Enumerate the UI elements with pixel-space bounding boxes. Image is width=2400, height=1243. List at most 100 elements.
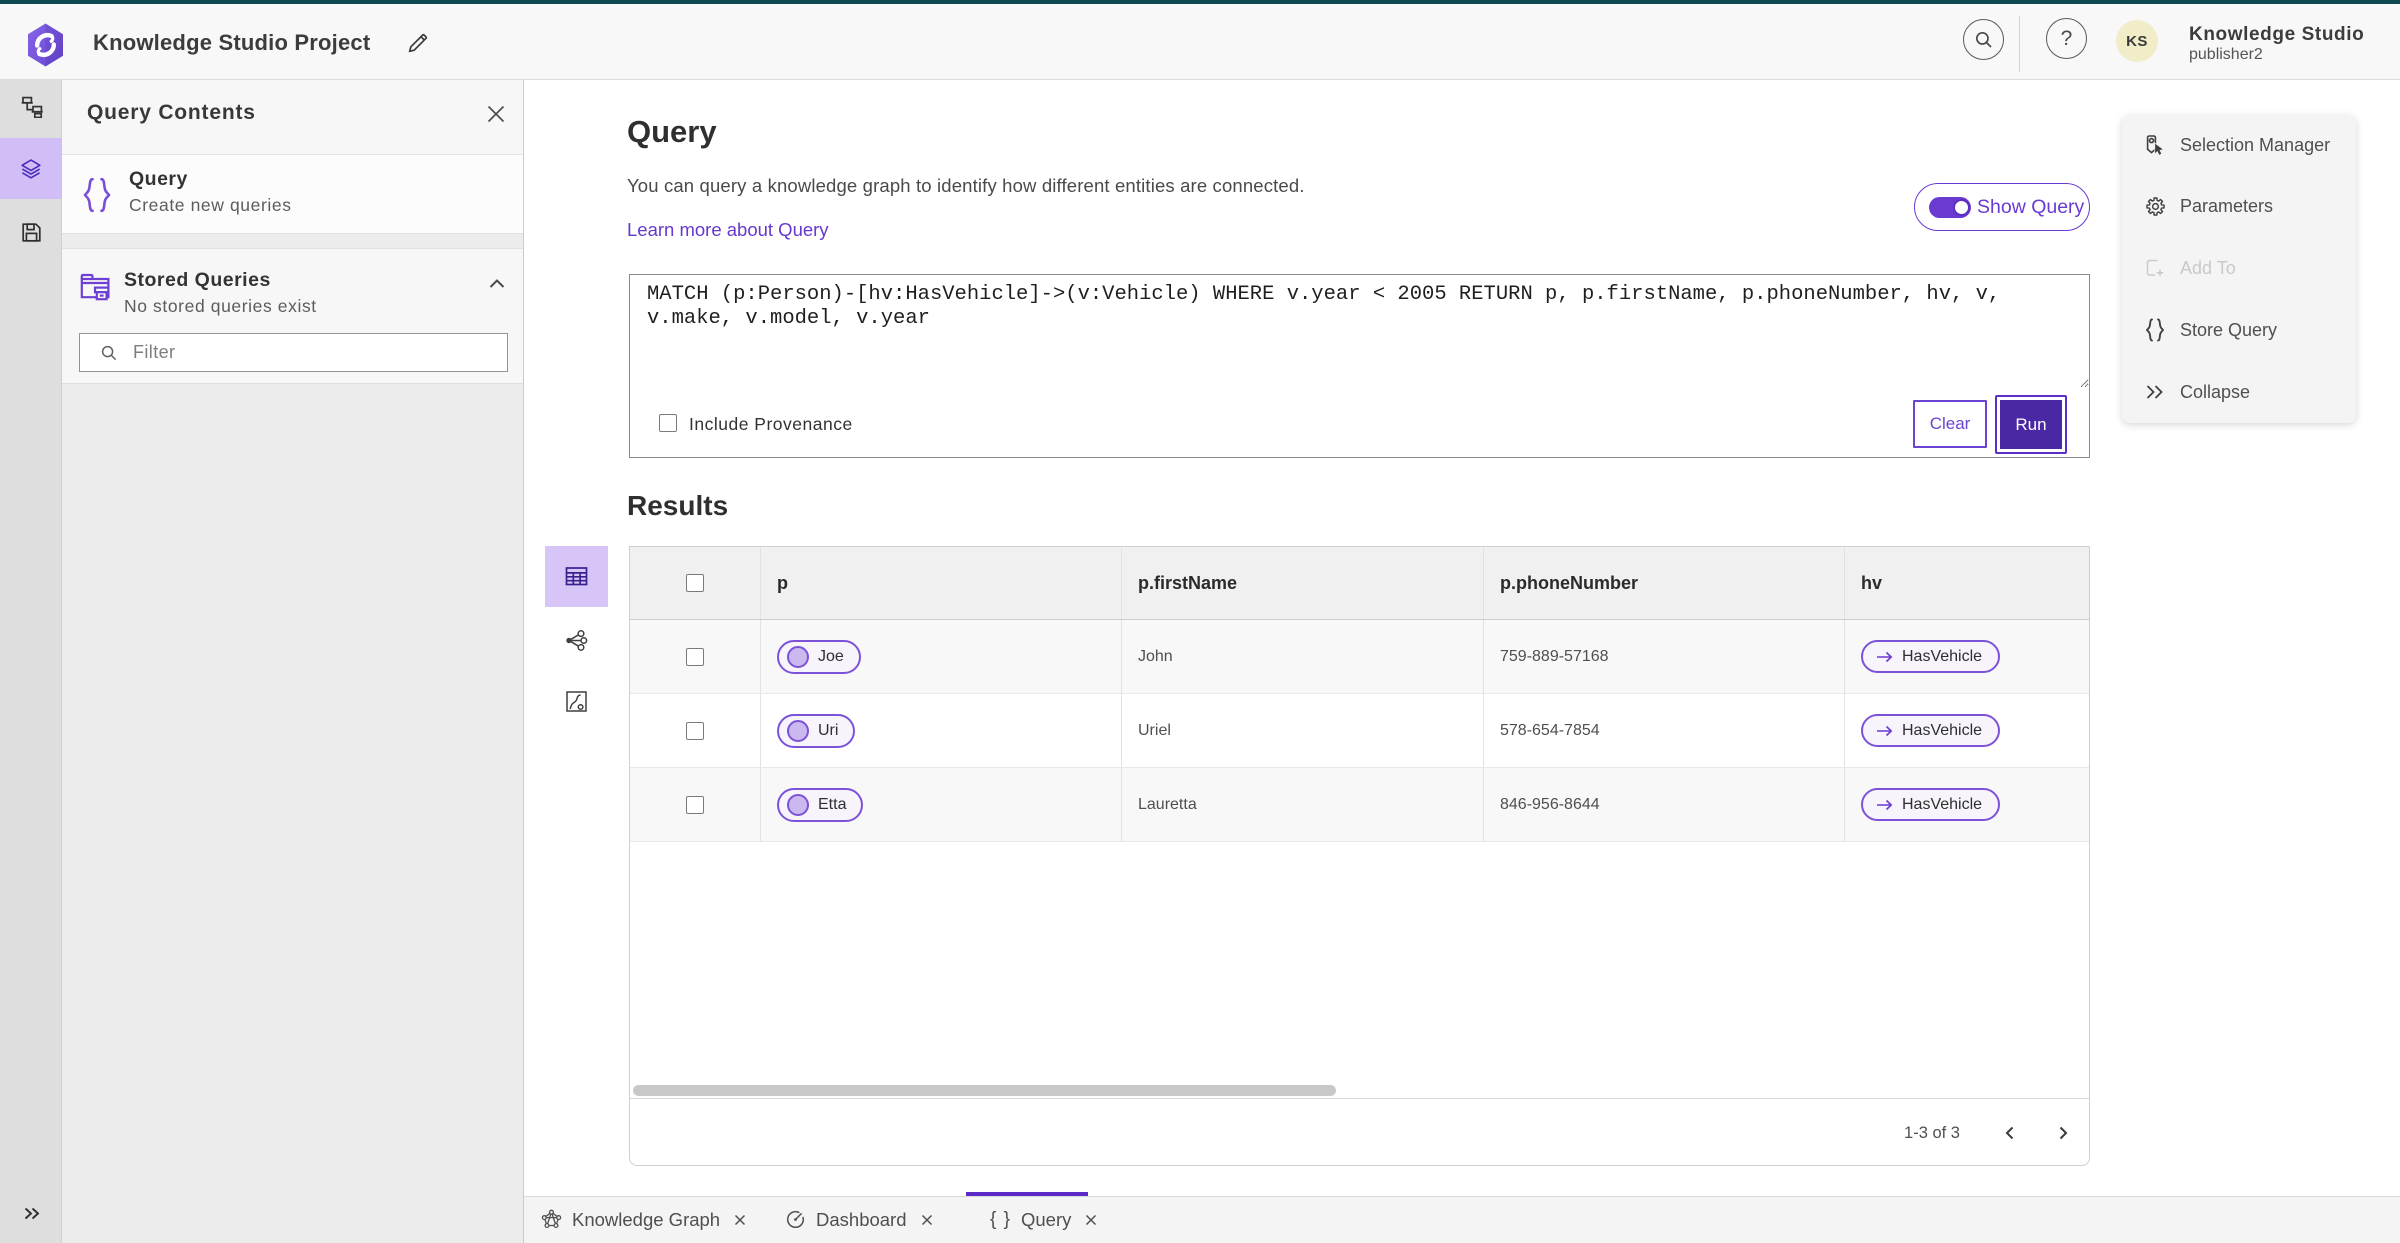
row-checkbox[interactable] [686,647,704,666]
cell-phonenumber: 759-889-57168 [1483,620,1844,693]
rail-item-save[interactable] [0,202,62,263]
row-checkbox[interactable] [686,795,704,814]
results-heading: Results [627,490,729,521]
query-textarea[interactable]: MATCH (p:Person)-[hv:HasVehicle]->(v:Veh… [629,274,2090,389]
search-button[interactable] [1963,19,2004,60]
close-tab-icon[interactable] [1084,1213,1098,1227]
chevron-left-icon [2005,1126,2014,1140]
clear-button[interactable]: Clear [1913,400,1987,448]
dashboard-icon [786,1210,805,1228]
entity-pill[interactable]: Uri [777,713,856,748]
braces-icon: { } [990,1208,1011,1230]
query-contents-panel: Query Contents Query Create new queries [62,80,524,1243]
braces-icon [2145,318,2165,342]
table-header-row: p p.firstName p.phoneNumber hv [630,547,2089,620]
layers-icon [21,158,41,179]
data-model-icon [21,96,43,118]
panel-close-button[interactable] [486,104,506,124]
menu-item-selection-manager[interactable]: Selection Manager [2122,115,2356,175]
entity-dot-icon [787,719,809,742]
entity-pill[interactable]: Etta [777,787,864,822]
save-icon [21,223,41,242]
panel-section-gap [62,233,523,249]
relationship-pill[interactable]: HasVehicle [1861,788,2001,821]
filter-field [79,333,508,372]
add-to-icon [2146,259,2164,276]
run-button[interactable]: Run [1995,395,2067,454]
arrow-right-icon [1877,799,1893,810]
tab-query[interactable]: { } Query [990,1196,1098,1243]
page-title: Query [627,114,717,149]
link-chart-icon [566,630,588,651]
view-graph-button[interactable] [545,610,608,671]
knowledge-graph-icon [541,1209,562,1229]
stored-queries-folder-icon [80,273,110,301]
view-table-button[interactable] [545,546,608,607]
cell-phonenumber: 846-956-8644 [1483,768,1844,841]
tab-dashboard[interactable]: Dashboard [785,1196,934,1243]
menu-item-collapse[interactable]: Collapse [2122,362,2356,422]
learn-more-link[interactable]: Learn more about Query [627,219,829,241]
search-icon [1975,31,1992,48]
view-map-button[interactable] [545,671,608,732]
relationship-pill[interactable]: HasVehicle [1861,640,2001,673]
table-row[interactable]: Joe John 759-889-57168 HasVehicle [630,620,2089,694]
table-row[interactable]: Uri Uriel 578-654-7854 HasVehicle [630,694,2089,768]
stored-queries-section: Stored Queries No stored queries exist [62,249,523,383]
horizontal-scrollbar-thumb[interactable] [633,1085,1336,1096]
query-list-item[interactable]: Query Create new queries [62,155,523,233]
column-header-phonenumber[interactable]: p.phoneNumber [1483,547,1844,619]
rail-item-contents[interactable] [0,138,62,199]
cell-firstname: John [1121,620,1483,693]
filter-search-icon [101,345,117,360]
edit-title-icon[interactable] [406,30,431,55]
table-row[interactable]: Etta Lauretta 846-956-8644 HasVehicle [630,768,2089,842]
column-header-firstname[interactable]: p.firstName [1121,547,1483,619]
knowledge-studio-app: Knowledge Studio Project ? KS Knowledge … [0,0,2400,1243]
filter-input[interactable] [131,341,507,364]
close-icon [487,105,505,123]
select-all-checkbox[interactable] [686,574,704,592]
selection-manager-icon [2146,135,2165,156]
toggle-knob [1952,198,1970,216]
close-tab-icon[interactable] [733,1213,747,1227]
cell-firstname: Lauretta [1121,768,1483,841]
close-tab-icon[interactable] [920,1213,934,1227]
menu-item-parameters[interactable]: Parameters [2122,176,2356,236]
entity-dot-icon [787,645,809,668]
table-view-icon [565,567,588,586]
org-name: Knowledge Studio [2189,24,2365,45]
pagination-label: 1-3 of 3 [1904,1124,1960,1142]
user-avatar[interactable]: KS [2116,20,2158,62]
page-description: You can query a knowledge graph to ident… [627,175,1305,196]
route-view-icon [566,691,587,712]
results-table: p p.firstName p.phoneNumber hv Joe John … [629,546,2090,1166]
header-divider [2019,16,2020,72]
double-chevron-right-icon [2146,385,2163,399]
row-checkbox[interactable] [686,721,704,740]
toggle-label: Show Query [1977,195,2085,218]
show-query-toggle[interactable]: Show Query [1914,183,2090,231]
include-provenance-checkbox[interactable] [659,414,677,432]
chevron-right-icon [2059,1126,2068,1140]
pagination-divider [630,1098,2089,1099]
relationship-pill[interactable]: HasVehicle [1861,714,2001,747]
help-button[interactable]: ? [2046,18,2087,59]
menu-item-add-to[interactable]: Add To [2122,238,2356,298]
rail-item-data-model[interactable] [0,76,62,137]
collapse-section-icon[interactable] [489,276,505,289]
pagination-next-button[interactable] [2049,1119,2077,1147]
rail-expand-button[interactable] [0,1183,62,1243]
column-header-p[interactable]: p [760,547,1121,619]
include-provenance-label: Include Provenance [689,414,853,434]
gear-icon [2145,196,2165,216]
context-menu: Selection Manager Parameters Add To Stor… [2122,115,2356,423]
pagination-prev-button[interactable] [1996,1119,2024,1147]
entity-pill[interactable]: Joe [777,639,861,674]
menu-item-store-query[interactable]: Store Query [2122,300,2356,360]
tab-knowledge-graph[interactable]: Knowledge Graph [541,1196,747,1243]
query-footer: Include Provenance Clear Run [629,388,2090,458]
help-icon: ? [2060,26,2073,50]
column-header-hv[interactable]: hv [1844,547,2089,619]
stored-queries-title: Stored Queries [124,269,271,291]
